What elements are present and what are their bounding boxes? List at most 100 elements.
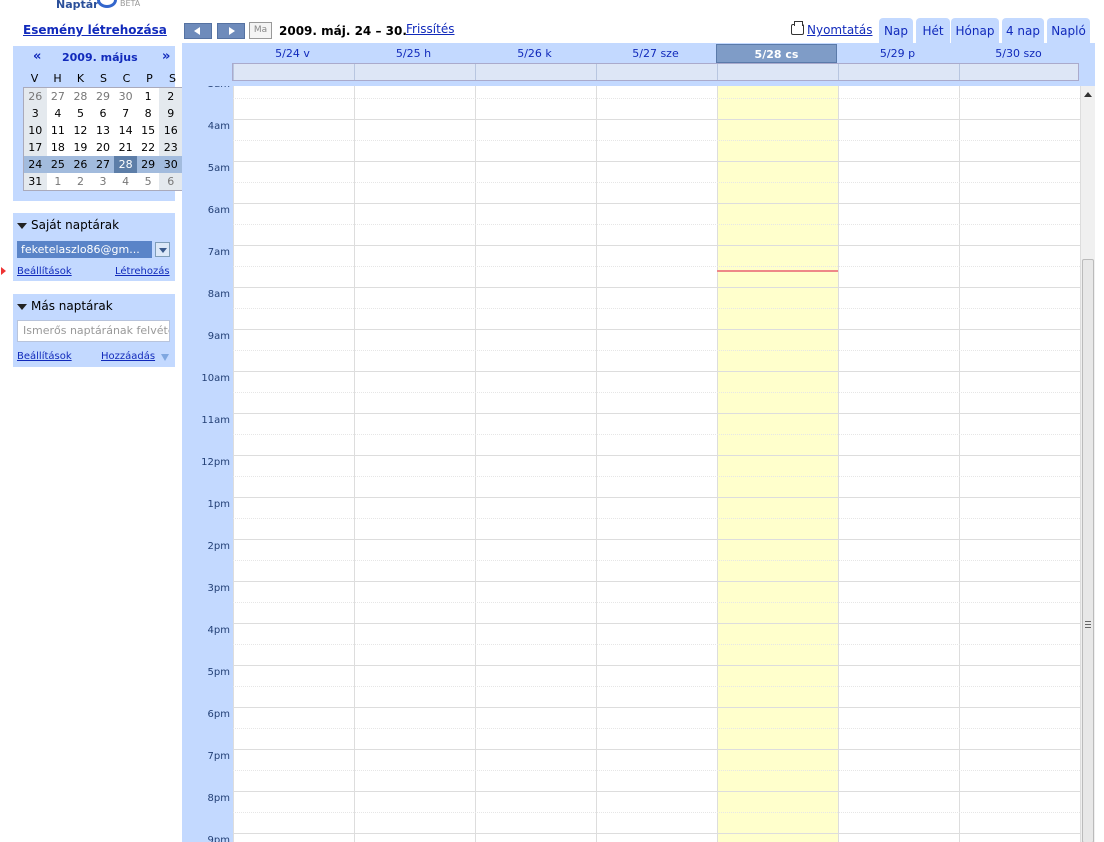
tab-day[interactable]: Nap (879, 18, 913, 43)
mini-calendar-day[interactable]: 30 (159, 156, 183, 173)
add-friend-calendar-input[interactable]: Ismerős naptárának felvétele (17, 320, 170, 342)
tab-agenda[interactable]: Napló (1047, 18, 1090, 43)
tab-week[interactable]: Hét (916, 18, 950, 43)
mini-calendar-day[interactable]: 28 (114, 156, 137, 173)
mini-calendar-day[interactable]: 4 (47, 105, 70, 122)
day-header[interactable]: 5/26 k (474, 44, 595, 63)
mini-calendar-day[interactable]: 1 (137, 88, 160, 105)
all-day-cell[interactable] (838, 64, 959, 80)
mini-calendar-day[interactable]: 29 (92, 88, 115, 105)
day-header[interactable]: 5/24 v (232, 44, 353, 63)
mini-calendar: « 2009. május » V H K S C P S 26 27 28 29 30 1 2 3 4 5 6 7… (13, 46, 183, 201)
mini-calendar-day[interactable]: 29 (136, 156, 160, 173)
day-header[interactable]: 5/28 cs (716, 44, 837, 63)
mini-calendar-day[interactable]: 12 (69, 122, 92, 139)
calendar-dropdown-button[interactable] (155, 242, 170, 257)
mini-calendar-day[interactable]: 23 (159, 139, 183, 156)
mini-calendar-day[interactable]: 7 (114, 105, 137, 122)
vertical-scrollbar[interactable] (1080, 86, 1095, 842)
hour-label: 6pm (207, 709, 230, 720)
mini-calendar-day[interactable]: 25 (46, 156, 70, 173)
next-month-button[interactable]: » (162, 49, 170, 64)
hour-label: 5am (207, 163, 230, 174)
day-header[interactable]: 5/25 h (353, 44, 474, 63)
hour-label: 4pm (207, 625, 230, 636)
today-button[interactable]: Ma (249, 22, 272, 39)
all-day-row[interactable] (232, 63, 1079, 81)
mini-calendar-day[interactable]: 3 (24, 105, 47, 122)
day-header[interactable]: 5/27 sze (595, 44, 716, 63)
mini-calendar-day[interactable]: 3 (92, 173, 115, 190)
mini-calendar-day[interactable]: 30 (114, 88, 137, 105)
mini-calendar-day[interactable]: 16 (159, 122, 183, 139)
mini-calendar-day[interactable]: 4 (114, 173, 137, 190)
create-calendar-link[interactable]: Létrehozás (115, 266, 170, 277)
scroll-up-icon[interactable] (1084, 92, 1092, 97)
weekday-label: P (146, 72, 153, 85)
weekday-label: H (53, 72, 62, 85)
mini-calendar-week: 24 25 26 27 28 29 30 (24, 156, 183, 173)
mini-calendar-day[interactable]: 2 (159, 88, 183, 105)
mini-calendar-day[interactable]: 5 (69, 105, 92, 122)
mini-calendar-day[interactable]: 6 (159, 173, 183, 190)
mini-calendar-day[interactable]: 26 (24, 88, 47, 105)
mini-calendar-day[interactable]: 18 (47, 139, 70, 156)
next-week-button[interactable] (217, 23, 245, 39)
add-calendar-link[interactable]: Hozzáadás (101, 351, 155, 362)
tab-month[interactable]: Hónap (951, 18, 999, 43)
mini-calendar-day[interactable]: 27 (47, 88, 70, 105)
mini-calendar-day[interactable]: 28 (69, 88, 92, 105)
hour-label: 9am (207, 331, 230, 342)
mini-calendar-day[interactable]: 17 (24, 139, 47, 156)
create-event-link[interactable]: Esemény létrehozása (23, 23, 167, 37)
all-day-cell[interactable] (354, 64, 475, 80)
other-calendars-settings-link[interactable]: Beállítások (17, 351, 72, 362)
mini-calendar-day[interactable]: 24 (24, 156, 47, 173)
add-dropdown-icon[interactable] (161, 354, 169, 361)
all-day-cell[interactable] (233, 64, 354, 80)
printer-icon (791, 21, 804, 35)
mini-calendar-day[interactable]: 13 (92, 122, 115, 139)
mini-calendar-day[interactable]: 2 (69, 173, 92, 190)
my-calendars-toggle[interactable]: Saját naptárak (17, 218, 119, 232)
mini-calendar-day[interactable]: 26 (69, 156, 92, 173)
mini-calendar-day[interactable]: 9 (159, 105, 183, 122)
all-day-cell[interactable] (717, 64, 838, 80)
mini-calendar-day[interactable]: 11 (47, 122, 70, 139)
mini-calendar-day[interactable]: 22 (137, 139, 160, 156)
other-calendars-toggle[interactable]: Más naptárak (17, 299, 113, 313)
my-calendars-settings-link[interactable]: Beállítások (17, 266, 72, 277)
day-header[interactable]: 5/29 p (837, 44, 958, 63)
tab-4-days[interactable]: 4 nap (1002, 18, 1044, 43)
mini-calendar-day[interactable]: 6 (92, 105, 115, 122)
mini-calendar-day[interactable]: 19 (69, 139, 92, 156)
mini-calendar-month[interactable]: 2009. május (62, 51, 138, 64)
mini-calendar-day[interactable]: 15 (137, 122, 160, 139)
prev-month-button[interactable]: « (33, 49, 41, 64)
all-day-cell[interactable] (959, 64, 1080, 80)
mini-calendar-day[interactable]: 27 (91, 156, 115, 173)
scrollbar-thumb[interactable] (1082, 259, 1094, 842)
mini-calendar-day[interactable]: 5 (137, 173, 160, 190)
mini-calendar-day[interactable]: 8 (137, 105, 160, 122)
day-columns[interactable] (233, 86, 1080, 842)
mini-calendar-day[interactable]: 1 (47, 173, 70, 190)
refresh-link[interactable]: Frissítés (406, 22, 454, 36)
weekday-label: S (100, 72, 107, 85)
grip-icon (1085, 621, 1091, 628)
calendar-chip[interactable]: feketelaszlo86@gm... (17, 241, 152, 258)
hour-line (233, 791, 1080, 792)
day-header[interactable]: 5/30 szo (958, 44, 1079, 63)
print-link[interactable]: Nyomtatás (791, 21, 872, 37)
mini-calendar-day[interactable]: 10 (24, 122, 47, 139)
half-hour-line (233, 140, 1080, 141)
mini-calendar-day[interactable]: 21 (114, 139, 137, 156)
mini-calendar-day[interactable]: 31 (24, 173, 47, 190)
mini-calendar-day[interactable]: 20 (92, 139, 115, 156)
mini-calendar-weekdays: VHKSCPS (23, 70, 184, 87)
all-day-cell[interactable] (596, 64, 717, 80)
all-day-cell[interactable] (475, 64, 596, 80)
hour-line (233, 245, 1080, 246)
prev-week-button[interactable] (184, 23, 212, 39)
mini-calendar-day[interactable]: 14 (114, 122, 137, 139)
